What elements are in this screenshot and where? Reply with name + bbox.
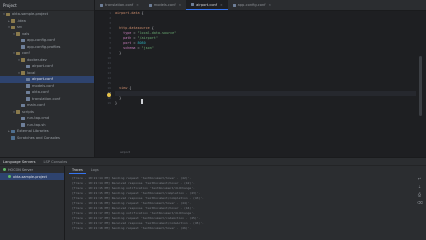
tree-item-label: main.conf [27, 103, 45, 108]
editor-tab-bar: translation.conf ✕ models.conf ✕ airport.con… [95, 0, 426, 11]
close-icon[interactable]: ✕ [136, 3, 139, 7]
project-panel-title: Project [0, 0, 94, 11]
file-icon [21, 38, 25, 42]
tree-item-label: okta.conf [32, 90, 49, 95]
scrollbar-thumb[interactable] [419, 56, 422, 116]
file-icon [232, 3, 236, 7]
folder-icon [21, 71, 25, 75]
console-toolbar: ↩ ⇣ ⎙ ⌫ [415, 176, 424, 236]
trash-icon[interactable]: ⌫ [417, 200, 423, 205]
folder-icon [16, 32, 20, 36]
folder-icon [6, 12, 10, 16]
project-tree: ▾ okta-sample-project ▸ .idea ▾ src ▾ vals app-c… [0, 11, 94, 141]
output-tab[interactable]: Logs [88, 166, 102, 174]
tree-item-label: Scratches and Consoles [17, 135, 60, 140]
library-icon [11, 136, 15, 140]
tool-window-tabs: Language Servers LSP Consoles [0, 158, 426, 166]
trace-console[interactable]: [Trace - 10:21:14 PM] Sending request 't… [72, 176, 402, 239]
file-icon [26, 77, 30, 81]
close-icon[interactable]: ✕ [179, 3, 182, 7]
editor-scrollbar[interactable] [416, 11, 426, 157]
code-line[interactable]: } [115, 101, 416, 106]
folder-icon [11, 19, 15, 23]
file-icon [100, 3, 103, 7]
tree-item-label: .idea [17, 18, 26, 23]
file-icon [21, 103, 25, 107]
wrap-icon[interactable]: ↩ [417, 176, 422, 181]
tree-item[interactable]: Scratches and Consoles [0, 135, 94, 142]
editor-tab[interactable]: airport.conf ✕ [186, 0, 228, 10]
folder-icon [16, 51, 20, 55]
tree-item-label: docker-dev [27, 57, 47, 62]
tree-item-label: app-config.profiles [27, 44, 61, 49]
folder-icon [11, 25, 15, 29]
code-lines[interactable]: airport-data { http-datasource { type = … [115, 11, 416, 106]
line-number-gutter: 12345678910111213141516171819 [95, 11, 115, 157]
file-icon [26, 97, 30, 101]
editor-tab-label: models.conf [153, 3, 176, 7]
tree-item-label: app-config.conf [27, 38, 55, 43]
code-editor[interactable]: airport-data { http-datasource { type = … [107, 11, 416, 157]
editor-tab[interactable]: translation.conf ✕ [95, 0, 144, 10]
folder-icon [21, 58, 25, 62]
server-item[interactable]: okta-sample-project [0, 173, 64, 180]
library-icon [11, 129, 15, 133]
tree-item-label: run-tap.sh [27, 122, 46, 127]
file-icon [21, 116, 25, 120]
server-label: okta-sample-project [13, 174, 47, 179]
tree-item-label: airport.conf [32, 77, 53, 82]
editor-tab[interactable]: app-config.conf ✕ [228, 0, 276, 10]
status-running-icon [3, 168, 6, 171]
editor-tab[interactable]: models.conf ✕ [144, 0, 186, 10]
tree-item-label: scripts [22, 109, 34, 114]
tree-item-label: run-tap.cmd [27, 116, 50, 121]
file-icon [26, 64, 30, 68]
tree-item-label: conf [22, 51, 30, 56]
editor-tab-label: airport.conf [196, 2, 218, 7]
print-icon[interactable]: ⎙ [417, 192, 422, 197]
editor-tab-label: app-config.conf [237, 3, 266, 7]
tree-item-label: airport.conf [32, 64, 53, 69]
folder-icon [16, 110, 20, 114]
file-icon [191, 3, 195, 6]
output-tabs: Traces Logs [65, 166, 426, 174]
project-panel: Project ▾ okta-sample-project ▸ .idea ▾ src ▾ v… [0, 0, 95, 157]
tree-item-label: External Libraries [17, 129, 49, 134]
tool-window-tab[interactable]: LSP Consoles [44, 160, 68, 164]
tree-item-label: models.conf [32, 83, 54, 88]
tool-window-tab[interactable]: Language Servers [3, 160, 36, 164]
tree-item-label: translation.conf [32, 96, 61, 101]
file-icon [21, 45, 25, 49]
breadcrumb[interactable]: airport [120, 150, 130, 154]
close-icon[interactable]: ✕ [220, 3, 223, 7]
tree-item-label: vals [22, 31, 30, 36]
line-number: 19 [107, 101, 111, 105]
scroll-end-icon[interactable]: ⇣ [417, 184, 422, 189]
editor-tab-label: translation.conf [105, 3, 134, 7]
server-item[interactable]: HOCON Server [0, 166, 64, 173]
tree-item-label: okta-sample-project [12, 12, 49, 17]
server-list: HOCON Server okta-sample-project [0, 166, 65, 240]
intention-bulb-icon[interactable] [107, 93, 111, 97]
tree-item-label: local [27, 70, 36, 75]
server-label: HOCON Server [8, 167, 33, 172]
log-line: [Trace - 10:21:18 PM] Sending request 't… [72, 226, 192, 230]
file-icon [21, 123, 25, 127]
tree-item-label: src [17, 25, 23, 30]
text-caret [141, 99, 143, 104]
language-servers-tool-window: Language Servers LSP Consoles HOCON Serve… [0, 157, 426, 240]
file-icon [148, 3, 152, 7]
file-icon [26, 84, 30, 88]
file-icon [26, 90, 30, 94]
status-running-icon [8, 175, 11, 178]
close-icon[interactable]: ✕ [269, 3, 272, 7]
output-tab[interactable]: Traces [69, 166, 86, 174]
